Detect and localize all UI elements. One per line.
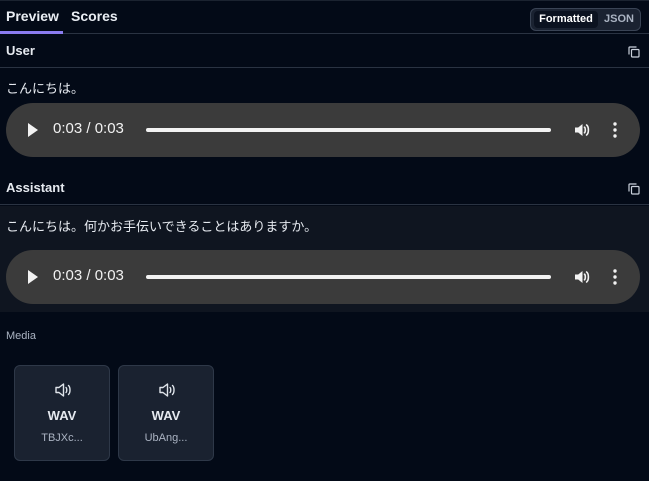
json-toggle-button[interactable]: JSON	[600, 11, 638, 28]
user-role-label: User	[6, 43, 35, 58]
volume-icon[interactable]	[573, 121, 591, 139]
media-section-label: Media	[6, 330, 36, 342]
assistant-message-header: Assistant	[0, 172, 649, 205]
speaker-icon	[159, 383, 175, 397]
media-format: WAV	[151, 408, 181, 423]
copy-icon[interactable]	[628, 46, 640, 58]
media-card[interactable]: WAV UbAng...	[118, 365, 214, 461]
assistant-message-text: こんにちは。何かお手伝いできることはありますか。	[6, 220, 318, 235]
play-icon[interactable]	[28, 270, 38, 284]
tab-scores[interactable]: Scores	[71, 1, 118, 34]
play-icon[interactable]	[28, 123, 38, 137]
media-filename: TBJXc...	[41, 432, 83, 444]
user-audio-player: 0:03 / 0:03	[6, 103, 640, 157]
top-bar: Preview Scores Formatted JSON	[0, 0, 649, 34]
audio-progress-track[interactable]	[146, 128, 551, 132]
assistant-audio-player: 0:03 / 0:03	[6, 250, 640, 304]
media-filename: UbAng...	[144, 432, 188, 444]
assistant-role-label: Assistant	[6, 180, 65, 195]
more-options-icon[interactable]	[613, 121, 617, 139]
more-options-icon[interactable]	[613, 268, 617, 286]
audio-progress-track[interactable]	[146, 275, 551, 279]
user-message-text: こんにちは。	[6, 82, 85, 97]
speaker-icon	[55, 383, 71, 397]
user-message-header: User	[0, 35, 649, 68]
view-toggle: Formatted JSON	[530, 8, 641, 31]
copy-icon[interactable]	[628, 183, 640, 195]
audio-time: 0:03 / 0:03	[53, 120, 124, 137]
audio-time: 0:03 / 0:03	[53, 267, 124, 284]
media-format: WAV	[47, 408, 77, 423]
media-card[interactable]: WAV TBJXc...	[14, 365, 110, 461]
volume-icon[interactable]	[573, 268, 591, 286]
tab-preview[interactable]: Preview	[0, 1, 63, 34]
formatted-toggle-button[interactable]: Formatted	[534, 11, 598, 28]
